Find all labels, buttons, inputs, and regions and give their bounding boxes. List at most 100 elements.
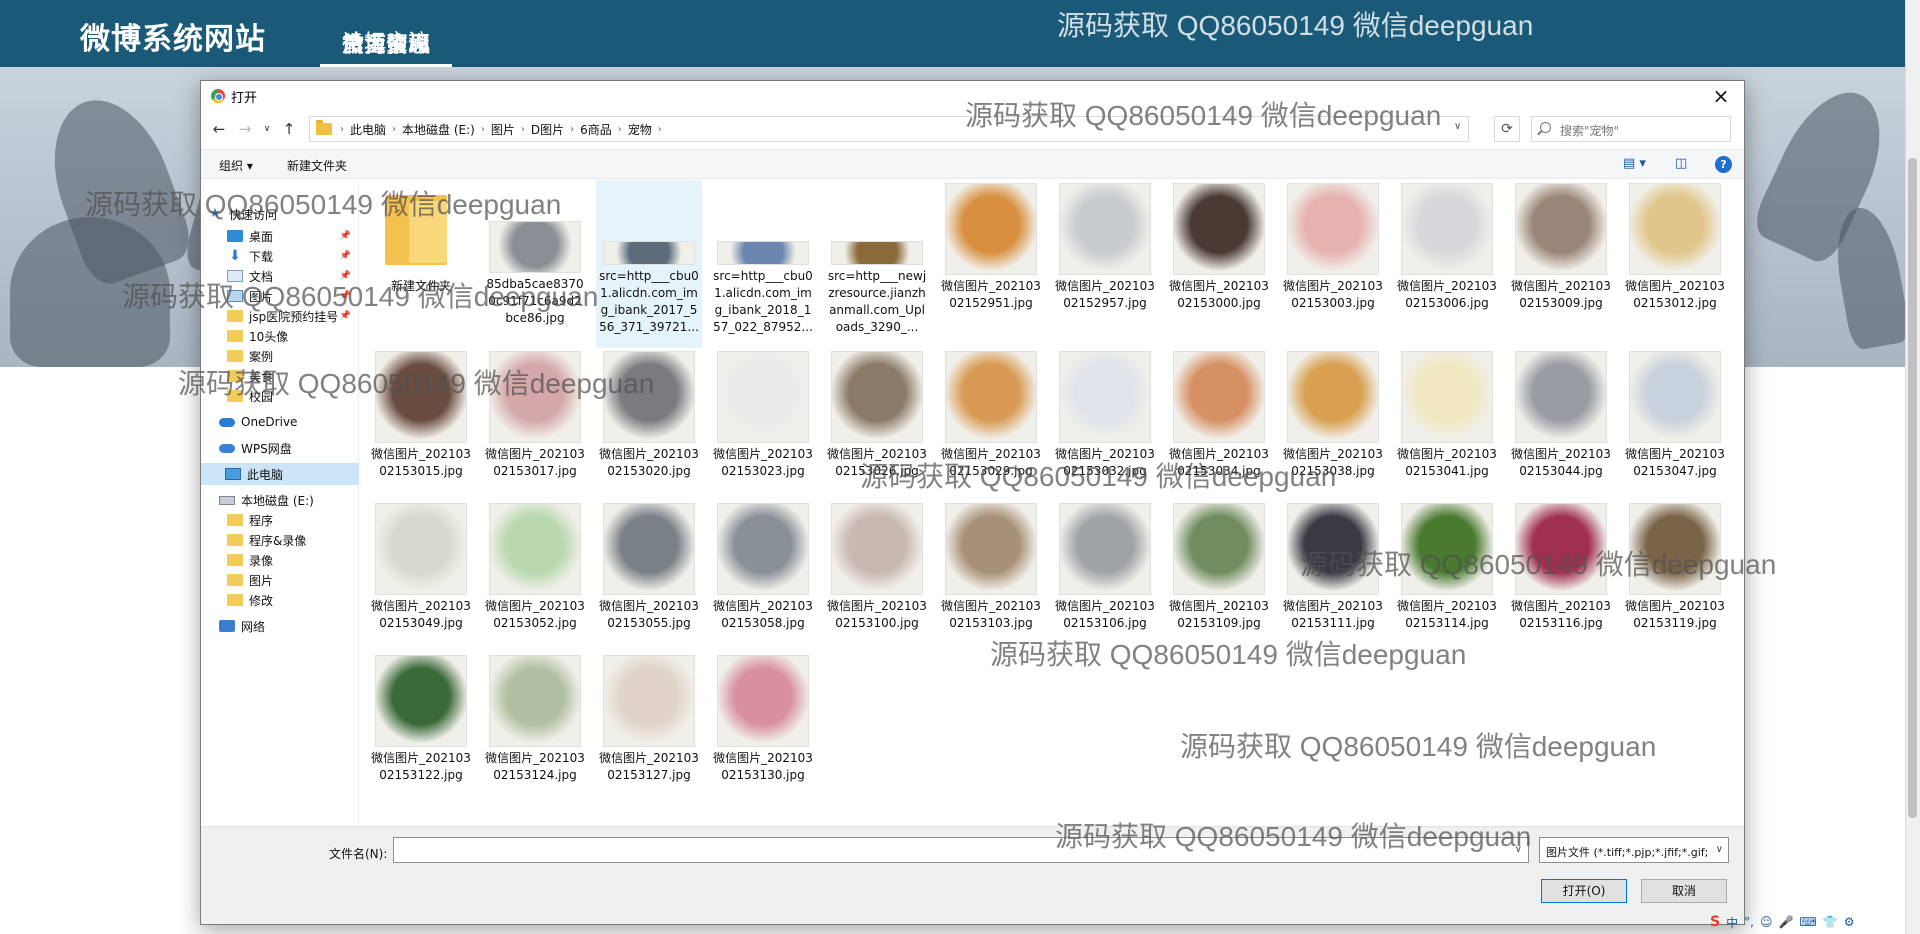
- nav-pane-item[interactable]: 案例: [227, 345, 351, 367]
- file-item[interactable]: 微信图片_20210302153020.jpg: [597, 349, 701, 499]
- file-item[interactable]: 微信图片_20210302153032.jpg: [1053, 349, 1157, 499]
- breadcrumb-item[interactable]: 宠物: [628, 121, 652, 138]
- file-item[interactable]: 微信图片_20210302153052.jpg: [483, 501, 587, 651]
- pin-icon[interactable]: 📌: [340, 311, 351, 321]
- tray-item-icon[interactable]: ⚙: [1844, 915, 1855, 929]
- file-item[interactable]: 微信图片_20210302153026.jpg: [825, 349, 929, 499]
- breadcrumb-item[interactable]: 本地磁盘 (E:): [402, 121, 475, 138]
- file-item[interactable]: 微信图片_20210302153003.jpg: [1281, 181, 1385, 347]
- file-item[interactable]: 新建文件夹: [369, 181, 473, 347]
- pin-icon[interactable]: 📌: [340, 291, 351, 301]
- file-item[interactable]: 微信图片_20210302153111.jpg: [1281, 501, 1385, 651]
- organize-button[interactable]: 组织 ▾: [219, 157, 253, 174]
- view-options-icon[interactable]: ▤ ▾: [1623, 156, 1646, 171]
- nav-pane-item[interactable]: WPS网盘: [219, 437, 351, 459]
- tray-item-icon[interactable]: 中: [1726, 914, 1738, 931]
- file-item[interactable]: 微信图片_20210302153116.jpg: [1509, 501, 1613, 651]
- breadcrumb-separator-icon[interactable]: ›: [658, 124, 662, 135]
- file-item[interactable]: 微信图片_20210302153009.jpg: [1509, 181, 1613, 347]
- close-button[interactable]: ×: [1706, 83, 1736, 109]
- breadcrumb-separator-icon[interactable]: ›: [570, 124, 574, 135]
- nav-pane-item[interactable]: 本地磁盘 (E:): [219, 489, 351, 511]
- new-folder-button[interactable]: 新建文件夹: [287, 157, 347, 174]
- breadcrumb-item[interactable]: 此电脑: [350, 121, 386, 138]
- nav-pane-item[interactable]: 图片 📌: [227, 285, 351, 307]
- file-item[interactable]: 85dba5cae83700c91f71c6a9d2bce86.jpg: [483, 181, 587, 347]
- dialog-titlebar[interactable]: 打开 ×: [201, 81, 1744, 113]
- file-item[interactable]: 微信图片_20210302153029.jpg: [939, 349, 1043, 499]
- address-bar[interactable]: › 此电脑 › 本地磁盘 (E:) › 图片 › D图片 › 6商品 › 宠物 ›: [309, 116, 1469, 142]
- tray-item-icon[interactable]: ☺: [1760, 915, 1773, 929]
- tray-item-icon[interactable]: ⌨: [1799, 915, 1816, 929]
- site-nav-item[interactable]: 后台管理: [320, 0, 452, 67]
- nav-pane-item[interactable]: OneDrive: [219, 411, 351, 433]
- breadcrumb-separator-icon[interactable]: ›: [521, 124, 525, 135]
- recent-locations-icon[interactable]: ∨: [257, 119, 277, 139]
- cancel-button[interactable]: 取消: [1641, 879, 1727, 903]
- file-item[interactable]: src=http___cbu01.alicdn.com_img_ibank_20…: [711, 181, 815, 347]
- tray-item-icon[interactable]: °,: [1744, 915, 1754, 929]
- pin-icon[interactable]: 📌: [340, 231, 351, 241]
- file-item[interactable]: 微信图片_20210302153109.jpg: [1167, 501, 1271, 651]
- nav-pane-item[interactable]: 程序: [227, 509, 351, 531]
- nav-pane-item[interactable]: 图片: [227, 569, 351, 591]
- file-item[interactable]: 微信图片_20210302153049.jpg: [369, 501, 473, 651]
- file-item[interactable]: 微信图片_20210302153023.jpg: [711, 349, 815, 499]
- refresh-button[interactable]: ⟳: [1494, 116, 1520, 142]
- file-item[interactable]: 微信图片_20210302153103.jpg: [939, 501, 1043, 651]
- tray-item-icon[interactable]: S: [1710, 914, 1720, 930]
- forward-arrow-icon[interactable]: →: [235, 119, 255, 139]
- file-item[interactable]: 微信图片_20210302153055.jpg: [597, 501, 701, 651]
- nav-pane-item[interactable]: ★ 快速访问: [207, 203, 351, 225]
- file-item[interactable]: 微信图片_20210302153130.jpg: [711, 653, 815, 803]
- nav-pane-item[interactable]: 程序&录像: [227, 529, 351, 551]
- address-dropdown-icon[interactable]: ∨: [1454, 121, 1461, 132]
- file-item[interactable]: 微信图片_20210302153127.jpg: [597, 653, 701, 803]
- file-item[interactable]: src=http___cbu01.alicdn.com_img_ibank_20…: [596, 180, 702, 348]
- nav-pane-item[interactable]: 美食: [227, 365, 351, 387]
- tray-item-icon[interactable]: 🎤: [1778, 915, 1793, 929]
- nav-pane-item[interactable]: 文档 📌: [227, 265, 351, 287]
- file-item[interactable]: 微信图片_20210302153044.jpg: [1509, 349, 1613, 499]
- file-item[interactable]: 微信图片_20210302153100.jpg: [825, 501, 929, 651]
- filename-input[interactable]: ∨: [393, 837, 1529, 863]
- nav-pane-item[interactable]: 修改: [227, 589, 351, 611]
- file-item[interactable]: src=http___newjzresource.jianzhanmall.co…: [825, 181, 929, 347]
- breadcrumb-separator-icon[interactable]: ›: [481, 124, 485, 135]
- nav-pane-item[interactable]: 此电脑: [201, 463, 359, 485]
- file-item[interactable]: 微信图片_20210302153015.jpg: [369, 349, 473, 499]
- file-item[interactable]: 微信图片_20210302153041.jpg: [1395, 349, 1499, 499]
- file-item[interactable]: 微信图片_20210302153012.jpg: [1623, 181, 1727, 347]
- breadcrumb-item[interactable]: 图片: [491, 121, 515, 138]
- filetype-select[interactable]: 图片文件 (*.tiff;*.pjp;*.jfif;*.gif; ∨: [1539, 837, 1729, 863]
- nav-pane-item[interactable]: 校园: [227, 385, 351, 407]
- breadcrumb-item[interactable]: D图片: [531, 121, 564, 138]
- file-item[interactable]: 微信图片_20210302153017.jpg: [483, 349, 587, 499]
- pin-icon[interactable]: 📌: [340, 271, 351, 281]
- breadcrumb-separator-icon[interactable]: ›: [618, 124, 622, 135]
- nav-pane-item[interactable]: 10头像: [227, 325, 351, 347]
- filename-dropdown-icon[interactable]: ∨: [1515, 844, 1522, 855]
- file-item[interactable]: 微信图片_20210302153114.jpg: [1395, 501, 1499, 651]
- back-arrow-icon[interactable]: ←: [209, 119, 229, 139]
- pin-icon[interactable]: 📌: [340, 251, 351, 261]
- nav-pane-item[interactable]: 录像: [227, 549, 351, 571]
- file-item[interactable]: 微信图片_20210302153034.jpg: [1167, 349, 1271, 499]
- breadcrumb-separator-icon[interactable]: ›: [392, 124, 396, 135]
- file-item[interactable]: 微信图片_20210302152957.jpg: [1053, 181, 1157, 347]
- search-input[interactable]: 搜索"宠物": [1531, 116, 1731, 142]
- file-item[interactable]: 微信图片_20210302153122.jpg: [369, 653, 473, 803]
- file-item[interactable]: 微信图片_20210302153006.jpg: [1395, 181, 1499, 347]
- nav-pane-item[interactable]: ⬇ 下载 📌: [227, 245, 351, 267]
- file-item[interactable]: 微信图片_20210302153038.jpg: [1281, 349, 1385, 499]
- help-icon[interactable]: ?: [1715, 156, 1732, 173]
- file-item[interactable]: 微信图片_20210302153047.jpg: [1623, 349, 1727, 499]
- nav-pane-item[interactable]: 网络: [219, 615, 351, 637]
- preview-pane-icon[interactable]: ◫: [1675, 156, 1687, 171]
- file-item[interactable]: 微信图片_20210302153124.jpg: [483, 653, 587, 803]
- file-item[interactable]: 微信图片_20210302153119.jpg: [1623, 501, 1727, 651]
- up-arrow-icon[interactable]: ↑: [279, 119, 299, 139]
- file-item[interactable]: 微信图片_20210302152951.jpg: [939, 181, 1043, 347]
- file-item[interactable]: 微信图片_20210302153000.jpg: [1167, 181, 1271, 347]
- file-item[interactable]: 微信图片_20210302153106.jpg: [1053, 501, 1157, 651]
